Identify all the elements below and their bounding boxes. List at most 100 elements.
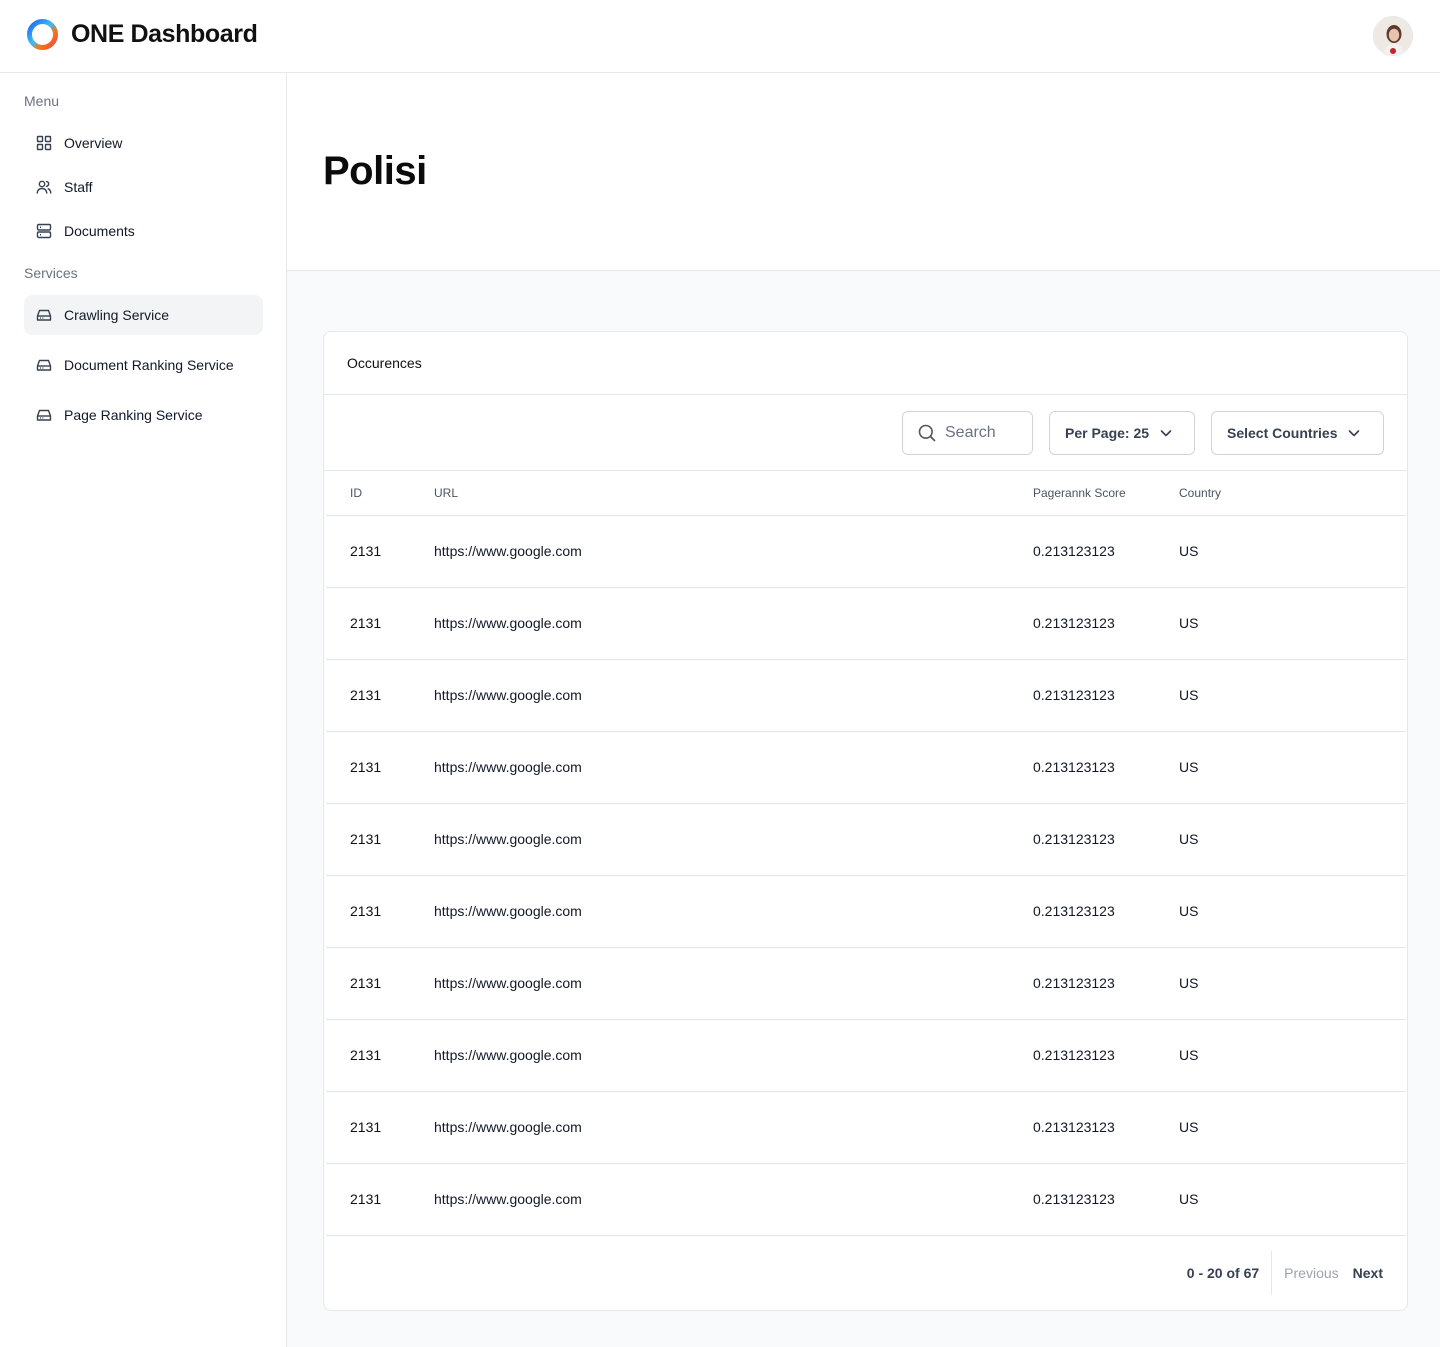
chevron-down-icon xyxy=(1159,426,1173,440)
page-header: Polisi xyxy=(287,73,1440,271)
table-toolbar: Per Page: 25 Select Countries xyxy=(324,395,1407,471)
table-row[interactable]: 2131 https://www.google.com 0.213123123 US xyxy=(326,515,1406,587)
table-row[interactable]: 2131 https://www.google.com 0.213123123 US xyxy=(326,803,1406,875)
sidebar-item-label: Document Ranking Service xyxy=(64,357,234,373)
sidebar-item-document-ranking-service[interactable]: Document Ranking Service xyxy=(24,345,263,385)
cell-url: https://www.google.com xyxy=(434,1191,582,1207)
table-row[interactable]: 2131 https://www.google.com 0.213123123 US xyxy=(326,731,1406,803)
cell-url: https://www.google.com xyxy=(434,615,582,631)
table-row[interactable]: 2131 https://www.google.com 0.213123123 US xyxy=(326,1163,1406,1235)
cell-url: https://www.google.com xyxy=(434,687,582,703)
cell-url: https://www.google.com xyxy=(434,1047,582,1063)
cell-id: 2131 xyxy=(350,543,382,559)
table-header-row: ID URL Pagerannk Score Country xyxy=(326,471,1406,515)
main-content: Occurences Per Page: 25 Select Countries xyxy=(287,271,1440,1347)
cell-url: https://www.google.com xyxy=(434,543,582,559)
search-icon xyxy=(917,423,937,443)
cell-score: 0.213123123 xyxy=(1033,1119,1115,1135)
cell-id: 2131 xyxy=(350,903,382,919)
select-countries-dropdown[interactable]: Select Countries xyxy=(1211,411,1384,455)
cell-country: US xyxy=(1179,1119,1199,1135)
search-input[interactable] xyxy=(945,424,1033,442)
table-row[interactable]: 2131 https://www.google.com 0.213123123 US xyxy=(326,659,1406,731)
sidebar-item-label: Page Ranking Service xyxy=(64,407,203,423)
users-icon xyxy=(36,179,52,195)
cell-url: https://www.google.com xyxy=(434,759,582,775)
cell-id: 2131 xyxy=(350,1047,382,1063)
section-label-services: Services xyxy=(24,265,78,281)
table-row[interactable]: 2131 https://www.google.com 0.213123123 US xyxy=(326,1091,1406,1163)
cell-id: 2131 xyxy=(350,615,382,631)
next-button[interactable]: Next xyxy=(1346,1265,1390,1281)
sidebar: Menu Overview Staff Documents Services C… xyxy=(0,73,287,1347)
cell-score: 0.213123123 xyxy=(1033,975,1115,991)
card-title: Occurences xyxy=(324,332,1407,395)
cell-country: US xyxy=(1179,1191,1199,1207)
sidebar-item-crawling-service[interactable]: Crawling Service xyxy=(24,295,263,335)
table-row[interactable]: 2131 https://www.google.com 0.213123123 US xyxy=(326,875,1406,947)
column-header-score[interactable]: Pagerannk Score xyxy=(1033,471,1179,515)
cell-score: 0.213123123 xyxy=(1033,1047,1115,1063)
sidebar-item-staff[interactable]: Staff xyxy=(24,167,263,207)
cell-score: 0.213123123 xyxy=(1033,759,1115,775)
chevron-down-icon xyxy=(1347,426,1361,440)
column-header-id[interactable]: ID xyxy=(326,471,434,515)
cell-url: https://www.google.com xyxy=(434,903,582,919)
server-icon xyxy=(36,223,52,239)
top-bar: ONE Dashboard xyxy=(0,0,1440,73)
cell-country: US xyxy=(1179,687,1199,703)
pagination: 0 - 20 of 67 Previous Next xyxy=(324,1235,1407,1310)
occurences-table: ID URL Pagerannk Score Country 2131 https… xyxy=(326,471,1406,1236)
sidebar-item-overview[interactable]: Overview xyxy=(24,123,263,163)
section-label-menu: Menu xyxy=(24,93,60,109)
sidebar-item-documents[interactable]: Documents xyxy=(24,211,263,251)
brand[interactable]: ONE Dashboard xyxy=(26,18,258,51)
logo-icon xyxy=(26,18,59,51)
cell-id: 2131 xyxy=(350,975,382,991)
sidebar-item-label: Overview xyxy=(64,135,123,151)
cell-country: US xyxy=(1179,543,1199,559)
cell-score: 0.213123123 xyxy=(1033,831,1115,847)
previous-button[interactable]: Previous xyxy=(1277,1265,1345,1281)
grid-icon xyxy=(36,135,52,151)
hard-drive-icon xyxy=(36,307,52,323)
column-header-url[interactable]: URL xyxy=(434,471,1033,515)
avatar[interactable] xyxy=(1373,16,1413,56)
sidebar-item-label: Staff xyxy=(64,179,93,195)
cell-id: 2131 xyxy=(350,1191,382,1207)
search-box[interactable] xyxy=(902,411,1033,455)
pagination-range: 0 - 20 of 67 xyxy=(1186,1265,1260,1281)
app-title: ONE Dashboard xyxy=(71,20,258,48)
cell-country: US xyxy=(1179,831,1199,847)
cell-id: 2131 xyxy=(350,831,382,847)
cell-country: US xyxy=(1179,975,1199,991)
cell-country: US xyxy=(1179,1047,1199,1063)
hard-drive-icon xyxy=(36,407,52,423)
pagination-divider xyxy=(1271,1251,1273,1295)
cell-id: 2131 xyxy=(350,687,382,703)
table-row[interactable]: 2131 https://www.google.com 0.213123123 US xyxy=(326,1019,1406,1091)
cell-score: 0.213123123 xyxy=(1033,687,1115,703)
sidebar-item-label: Documents xyxy=(64,223,135,239)
cell-score: 0.213123123 xyxy=(1033,615,1115,631)
cell-id: 2131 xyxy=(350,759,382,775)
table-row[interactable]: 2131 https://www.google.com 0.213123123 US xyxy=(326,587,1406,659)
cell-url: https://www.google.com xyxy=(434,1119,582,1135)
per-page-label: Per Page: 25 xyxy=(1065,425,1150,441)
cell-score: 0.213123123 xyxy=(1033,543,1115,559)
cell-country: US xyxy=(1179,615,1199,631)
cell-score: 0.213123123 xyxy=(1033,903,1115,919)
cell-url: https://www.google.com xyxy=(434,975,582,991)
cell-score: 0.213123123 xyxy=(1033,1191,1115,1207)
per-page-select[interactable]: Per Page: 25 xyxy=(1049,411,1195,455)
cell-url: https://www.google.com xyxy=(434,831,582,847)
page-title: Polisi xyxy=(323,149,427,193)
sidebar-item-label: Crawling Service xyxy=(64,307,170,323)
column-header-country[interactable]: Country xyxy=(1179,471,1406,515)
occurences-card: Occurences Per Page: 25 Select Countries xyxy=(323,331,1408,1311)
select-countries-label: Select Countries xyxy=(1227,425,1338,441)
hard-drive-icon xyxy=(36,357,52,373)
sidebar-item-page-ranking-service[interactable]: Page Ranking Service xyxy=(24,395,263,435)
cell-country: US xyxy=(1179,759,1199,775)
table-row[interactable]: 2131 https://www.google.com 0.213123123 US xyxy=(326,947,1406,1019)
